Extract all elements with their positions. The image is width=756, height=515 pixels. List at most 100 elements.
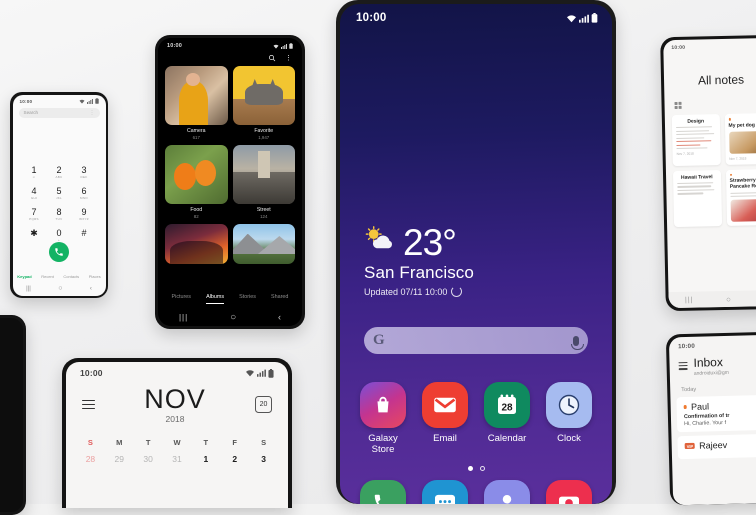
phone-home-screen[interactable]: 10:00 23° San Francisco Updated 07/11 10… <box>336 0 616 504</box>
call-button[interactable] <box>49 241 69 262</box>
messages-icon[interactable] <box>422 480 468 504</box>
app-phone[interactable] <box>357 480 409 504</box>
page-dot-active[interactable] <box>467 466 473 471</box>
notes-grid[interactable]: Design Nov 7, 2018 My pet dog Nov 7, 201… <box>665 107 756 228</box>
phone-gallery[interactable]: 10:00 ⋮ Camera 617 Favorite 1,947 Food 8… <box>155 35 305 329</box>
dialer-keypad[interactable]: 1 ∞ 2 ABC 3 DEF 4 GHI 5 JKL 6 MNO 7 PQRS 8 TUV 9… <box>22 165 97 242</box>
app-row-1[interactable]: Galaxy Store Email 28 Calendar Clock <box>340 382 612 455</box>
gallery-tab-shared[interactable]: Shared <box>271 294 288 304</box>
keypad-key[interactable]: 0 + <box>47 228 72 242</box>
dialer-search-input[interactable]: Search ⋮ <box>18 107 100 118</box>
back-icon[interactable]: ‹ <box>90 286 92 292</box>
email-header[interactable]: Inbox androiduxi@gm <box>669 349 756 378</box>
home-icon[interactable]: ○ <box>726 294 731 303</box>
calendar-day[interactable]: 2 <box>220 454 249 464</box>
app-clock[interactable]: Clock <box>543 382 595 455</box>
gallery-navbar[interactable]: ||| ○ ‹ <box>158 308 302 326</box>
calendar-day[interactable]: 3 <box>249 454 278 464</box>
today-button[interactable]: 20 <box>254 396 272 413</box>
album-card[interactable] <box>232 224 295 264</box>
keypad-key[interactable]: 2 ABC <box>47 165 72 179</box>
recents-icon[interactable]: ||| <box>26 286 31 292</box>
contacts-icon[interactable] <box>484 480 530 504</box>
keypad-key[interactable]: 9 WXYZ <box>72 207 97 221</box>
refresh-icon[interactable] <box>451 286 463 297</box>
app-dock[interactable] <box>340 480 612 504</box>
notes-toolbar[interactable]: ⋮ <box>664 86 756 109</box>
calendar-day[interactable]: 29 <box>105 454 134 464</box>
keypad-key[interactable]: 1 ∞ <box>22 165 47 179</box>
calendar-day[interactable]: 1 <box>191 454 220 464</box>
phone-dialer[interactable]: 10:00 Search ⋮ 1 ∞ 2 ABC 3 DEF 4 GHI 5 JKL 6M… <box>10 92 108 298</box>
notes-navbar[interactable]: ||| ○ ‹ <box>668 289 756 309</box>
dialer-tab-contacts[interactable]: Contacts <box>63 274 79 279</box>
gallery-tabbar[interactable]: Pictures Albums Stories Shared <box>158 294 302 304</box>
email-list-item[interactable]: Paul Confirmation of tr Hi, Charlie. You… <box>676 394 756 433</box>
album-thumbnail[interactable] <box>232 145 295 204</box>
phone-icon[interactable] <box>360 480 406 504</box>
album-card[interactable]: Camera 617 <box>165 66 228 140</box>
app-contacts[interactable] <box>481 480 533 504</box>
phone-notes[interactable]: 10:00 All notes ⋮ Design <box>660 34 756 312</box>
app-email[interactable]: Email <box>419 382 471 455</box>
calendar-day[interactable]: 30 <box>134 454 163 464</box>
clock-icon[interactable] <box>546 382 592 428</box>
mic-icon[interactable] <box>570 335 584 350</box>
email-list-item[interactable]: VIP Rajeev <box>677 433 756 460</box>
search-icon[interactable] <box>268 54 276 62</box>
back-icon[interactable]: ‹ <box>278 312 281 322</box>
home-icon[interactable]: ○ <box>230 312 236 323</box>
gallery-tab-albums[interactable]: Albums <box>206 294 225 304</box>
calendar-header[interactable]: NOV 2018 20 <box>66 379 288 424</box>
dialer-tab-places[interactable]: Places <box>89 274 101 279</box>
app-messages[interactable] <box>419 480 471 504</box>
note-card[interactable]: Design Nov 7, 2018 <box>671 114 721 166</box>
app-calendar[interactable]: 28 Calendar <box>481 382 533 455</box>
recents-icon[interactable]: ||| <box>179 313 188 322</box>
keypad-key[interactable]: 7 PQRS <box>22 207 47 221</box>
keypad-key[interactable]: 6 MNO <box>72 186 97 200</box>
calendar-icon[interactable]: 28 <box>484 382 530 428</box>
calendar-day[interactable]: 31 <box>163 454 192 464</box>
gallery-tab-pictures[interactable]: Pictures <box>172 294 191 304</box>
keypad-key[interactable]: ✱ <box>22 228 47 242</box>
keypad-key[interactable]: 4 GHI <box>22 186 47 200</box>
hamburger-icon[interactable] <box>678 360 688 372</box>
note-card[interactable]: My pet dog Nov 7, 2018 <box>724 112 756 165</box>
hamburger-icon[interactable] <box>82 397 95 412</box>
keypad-key[interactable]: 8 TUV <box>47 207 72 221</box>
dialer-tab-recent[interactable]: Recent <box>41 274 54 279</box>
keypad-key[interactable]: 5 JKL <box>47 186 72 200</box>
album-thumbnail[interactable] <box>165 145 228 204</box>
recents-icon[interactable]: ||| <box>685 296 694 303</box>
keypad-key[interactable]: # <box>72 228 97 242</box>
note-card[interactable]: Hawaii Travel <box>672 169 722 228</box>
album-card[interactable]: Street 124 <box>232 145 295 219</box>
gallery-album-grid[interactable]: Camera 617 Favorite 1,947 Food 82 Street… <box>158 66 302 264</box>
page-dot-inactive[interactable] <box>479 466 485 471</box>
phone-email[interactable]: 10:00 Inbox androiduxi@gm Today Paul Con… <box>665 331 756 506</box>
grid-view-icon[interactable] <box>674 101 682 109</box>
calendar-day[interactable]: 28 <box>76 454 105 464</box>
album-card[interactable]: Favorite 1,947 <box>232 66 295 140</box>
album-card[interactable] <box>165 224 228 264</box>
app-camera[interactable] <box>543 480 595 504</box>
galaxy-store-icon[interactable] <box>360 382 406 428</box>
more-options-icon[interactable]: ⋮ <box>90 110 95 116</box>
dialer-tabbar[interactable]: Keypad Recent Contacts Places <box>13 274 106 279</box>
album-thumbnail[interactable] <box>165 224 228 264</box>
app-galaxy-store[interactable]: Galaxy Store <box>357 382 409 455</box>
keypad-key[interactable]: 3 DEF <box>72 165 97 179</box>
camera-icon[interactable] <box>546 480 592 504</box>
album-thumbnail[interactable] <box>232 224 295 264</box>
home-page-indicator[interactable] <box>340 466 612 471</box>
gallery-toolbar[interactable]: ⋮ <box>158 51 302 66</box>
gallery-tab-stories[interactable]: Stories <box>239 294 256 304</box>
dialer-navbar[interactable]: ||| ○ ‹ <box>13 282 106 296</box>
album-thumbnail[interactable] <box>165 66 228 125</box>
dialer-tab-keypad[interactable]: Keypad <box>17 274 31 279</box>
more-options-icon[interactable]: ⋮ <box>285 55 292 62</box>
phone-calendar[interactable]: 10:00 NOV 2018 20 S M T W T F S 28 29 30… <box>62 358 292 508</box>
email-icon[interactable] <box>422 382 468 428</box>
album-thumbnail[interactable] <box>232 66 295 125</box>
